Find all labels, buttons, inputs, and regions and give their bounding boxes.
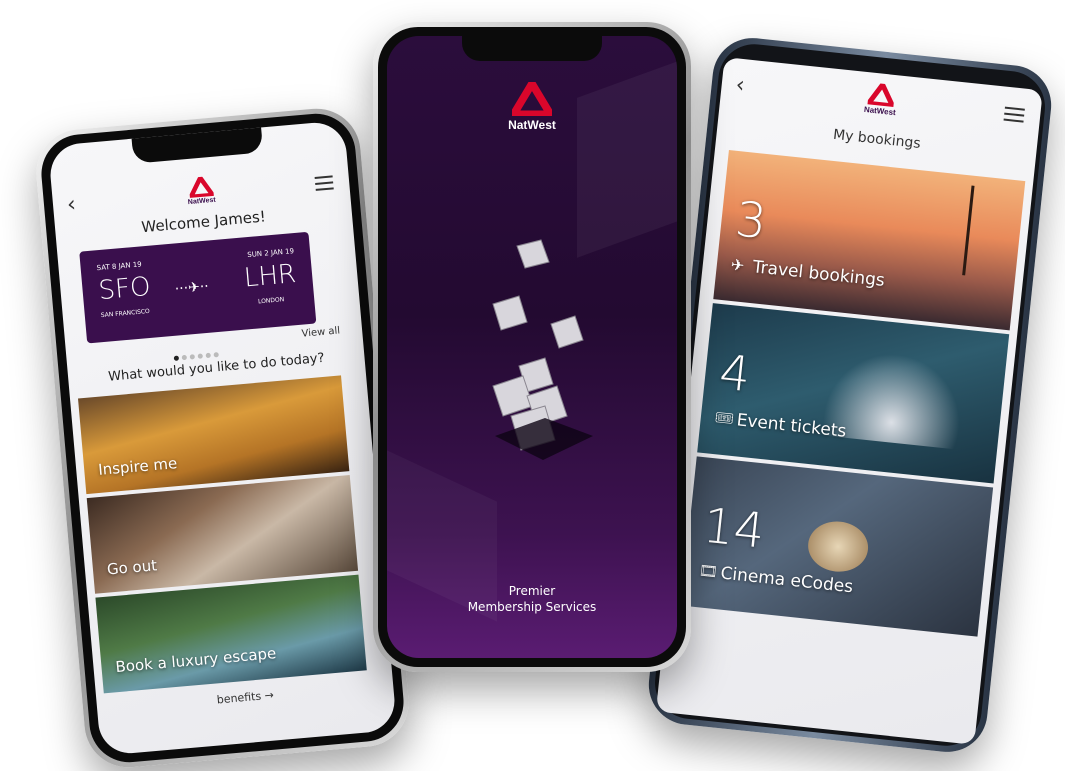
cube-shadow	[495, 418, 593, 460]
booking-tile-cinema[interactable]: 14 🎞 Cinema eCodes	[681, 456, 994, 637]
airplane-icon: ✈	[730, 254, 746, 276]
carousel-dot[interactable]	[173, 355, 179, 361]
cube	[492, 239, 584, 451]
booking-tile-events[interactable]: 4 🎟 Event tickets	[697, 303, 1010, 484]
booking-count: 4	[716, 344, 753, 404]
cubes-illustration	[492, 239, 593, 460]
view-all-link[interactable]: View all	[301, 325, 340, 339]
carousel-dot[interactable]	[205, 352, 211, 359]
carousel-dot[interactable]	[197, 353, 203, 359]
brand-name: NatWest	[187, 196, 216, 207]
carousel-dot[interactable]	[189, 354, 195, 360]
left-phone-screen: ‹ NatWest Welcome James! SAT 8 JAN 19 SF…	[47, 120, 398, 756]
natwest-logo-icon	[867, 82, 896, 107]
airplane-icon: ···✈··	[174, 278, 210, 298]
arrive-code: LHR	[242, 259, 298, 294]
left-phone: ‹ NatWest Welcome James! SAT 8 JAN 19 SF…	[32, 105, 413, 771]
arrive-city: LONDON	[257, 296, 285, 306]
film-icon: 🎞	[697, 561, 719, 582]
center-phone: NatWest Premier Membership Services	[373, 22, 691, 672]
tile-label: Inspire me	[97, 454, 178, 479]
natwest-logo-icon	[512, 82, 552, 116]
carousel-dot[interactable]	[181, 354, 187, 361]
brand-name: NatWest	[508, 118, 556, 132]
tile-luxury-escape[interactable]: Book a luxury escape	[95, 574, 367, 694]
booking-count: 14	[700, 497, 768, 560]
natwest-logo: NatWest	[387, 82, 677, 132]
tile-label: Book a luxury escape	[114, 644, 277, 677]
benefits-link[interactable]: benefits →	[216, 689, 274, 707]
booking-label: Travel bookings	[751, 257, 886, 291]
booking-count: 3	[732, 191, 770, 251]
arrive-date: SUN 2 JAN 19	[246, 247, 295, 260]
depart-date: SAT 8 JAN 19	[96, 260, 143, 273]
tile-inspire-me[interactable]: Inspire me	[78, 375, 350, 495]
natwest-logo-icon	[187, 175, 214, 198]
palm-tree-decoration	[962, 185, 1015, 280]
notch	[462, 36, 602, 61]
popcorn-decoration	[805, 518, 871, 575]
footer-line-1: Premier	[508, 584, 556, 598]
tile-go-out[interactable]: Go out	[86, 475, 359, 594]
depart-code: SFO	[97, 271, 152, 307]
brand-name: NatWest	[863, 104, 897, 118]
right-phone: ‹ NatWest My bookings 3 ✈ Travel booking…	[644, 34, 1056, 756]
footer-line-2: Membership Services	[467, 600, 597, 614]
carousel-dot[interactable]	[213, 352, 219, 358]
depart-city: SAN FRANCISCO	[100, 307, 151, 320]
flight-card[interactable]: SAT 8 JAN 19 SFO SAN FRANCISCO ···✈·· SU…	[79, 231, 317, 344]
center-phone-screen: NatWest Premier Membership Services	[387, 36, 677, 658]
right-phone-screen: ‹ NatWest My bookings 3 ✈ Travel booking…	[655, 57, 1043, 745]
tile-label: Go out	[106, 556, 158, 579]
ticket-icon: 🎟	[714, 408, 735, 428]
booking-tile-travel[interactable]: 3 ✈ Travel bookings	[713, 150, 1026, 331]
